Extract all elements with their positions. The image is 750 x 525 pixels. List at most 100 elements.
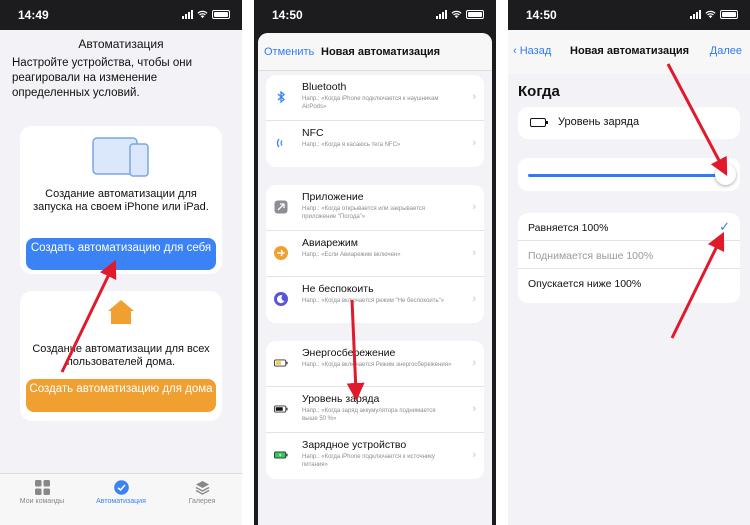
battery-level-label: Уровень заряда: [558, 116, 640, 128]
tab-automation[interactable]: Автоматизация: [81, 480, 161, 505]
moon-icon: [274, 292, 288, 306]
option-falls-below[interactable]: Опускается ниже 100%: [518, 269, 740, 297]
wifi-icon: [705, 10, 716, 19]
status-icons: [436, 10, 484, 19]
sheet-navbar: Отменить Новая автоматизация: [258, 33, 492, 71]
trigger-group-power: Энергосбережение Напр.: «Когда включаетс…: [266, 341, 484, 479]
home-automation-text: Создание автоматизации для всех пользова…: [32, 343, 210, 368]
nav-title: Новая автоматизация: [570, 45, 690, 57]
chevron-right-icon: ›: [472, 247, 476, 259]
tab-label: Галерея: [188, 498, 216, 505]
option-label: Поднимается выше 100%: [528, 250, 654, 262]
slider-track[interactable]: [528, 174, 728, 177]
status-bar: 14:49: [0, 0, 242, 30]
cancel-button[interactable]: Отменить: [264, 46, 314, 58]
cellular-signal-icon: [436, 10, 447, 19]
trigger-subtitle: Напр.: «Когда заряд аккумулятора поднима…: [302, 408, 436, 422]
charger-icon: [274, 451, 288, 459]
bluetooth-icon: [277, 90, 285, 104]
cellular-signal-icon: [182, 10, 193, 19]
trigger-title: Энергосбережение: [302, 347, 396, 359]
trigger-title: Зарядное устройство: [302, 439, 407, 451]
trigger-group-system: Приложение Напр.: «Когда открывается или…: [266, 185, 484, 323]
wifi-icon: [451, 10, 462, 19]
devices-icon: [92, 137, 149, 177]
new-automation-sheet: Отменить Новая автоматизация Bluetooth Н…: [258, 33, 492, 525]
trigger-row-do-not-disturb[interactable]: Не беспокоить Напр.: «Когда включается р…: [266, 277, 484, 323]
trigger-subtitle: Напр.: «Когда включается режим "Не беспо…: [302, 298, 445, 304]
home-icon: [108, 300, 134, 324]
tab-my-shortcuts[interactable]: Мои команды: [2, 480, 82, 505]
trigger-row-app[interactable]: Приложение Напр.: «Когда открывается или…: [266, 185, 484, 231]
status-time: 14:50: [272, 8, 303, 22]
option-label: Опускается ниже 100%: [528, 278, 642, 290]
trigger-row-bluetooth[interactable]: Bluetooth Напр.: «Когда iPhone подключае…: [266, 75, 484, 121]
personal-automation-card: Создание автоматизации для запуска на св…: [20, 126, 222, 274]
back-button[interactable]: ‹ Назад: [513, 45, 551, 57]
tab-bar: Мои команды Автоматизация Галерея: [0, 473, 242, 525]
back-label: Назад: [519, 45, 552, 57]
trigger-row-battery-level[interactable]: Уровень заряда Напр.: «Когда заряд аккум…: [266, 387, 484, 433]
trigger-title: Уровень заряда: [302, 393, 380, 405]
personal-automation-text: Создание автоматизации для запуска на св…: [33, 188, 209, 213]
next-button[interactable]: Далее: [710, 45, 742, 57]
checkmark-icon: ✓: [719, 219, 730, 234]
tab-gallery[interactable]: Галерея: [162, 480, 242, 505]
battery-icon: [274, 405, 288, 413]
option-label: Равняется 100%: [528, 222, 609, 234]
low-power-icon: [274, 359, 288, 367]
tab-label: Автоматизация: [96, 498, 146, 505]
status-icons: [182, 10, 230, 19]
battery-status-icon: [212, 10, 230, 19]
navbar: ‹ Назад Новая автоматизация Далее: [508, 30, 750, 74]
chevron-right-icon: ›: [472, 91, 476, 103]
chevron-right-icon: ›: [472, 137, 476, 149]
tab-label: Мои команды: [19, 498, 65, 505]
battery-slider-row: [518, 158, 740, 191]
sheet-title: Новая автоматизация: [321, 46, 441, 58]
wifi-icon: [197, 10, 208, 19]
section-heading: Когда: [518, 83, 560, 100]
screen-battery-condition: 14:50 ‹ Назад Новая автоматизация Далее …: [508, 0, 750, 525]
slider-knob[interactable]: [715, 164, 736, 185]
trigger-subtitle: Напр.: «Когда iPhone подключается к исто…: [302, 454, 435, 468]
trigger-subtitle: Напр.: «Когда открывается или закрываетс…: [302, 206, 426, 220]
battery-status-icon: [466, 10, 484, 19]
nfc-icon: [276, 138, 283, 148]
intro-text: Настройте устройства, чтобы они реагиров…: [12, 57, 193, 99]
trigger-title: Bluetooth: [302, 81, 347, 93]
create-personal-automation-button[interactable]: Создать автоматизацию для себя: [26, 238, 216, 270]
option-rises-above: Поднимается выше 100%: [518, 241, 740, 269]
chevron-right-icon: ›: [472, 449, 476, 461]
option-equals[interactable]: Равняется 100% ✓: [518, 213, 740, 241]
status-icons: [690, 10, 738, 19]
chevron-right-icon: ›: [472, 293, 476, 305]
app-icon: [274, 200, 288, 214]
create-home-automation-button[interactable]: Создать автоматизацию для дома: [26, 379, 216, 412]
grid-icon: [34, 480, 50, 495]
trigger-group-connectivity: Bluetooth Напр.: «Когда iPhone подключае…: [266, 75, 484, 167]
chevron-left-icon: ‹: [513, 45, 520, 57]
trigger-title: Приложение: [302, 191, 364, 203]
airplane-icon: [274, 246, 288, 260]
status-time: 14:49: [18, 8, 49, 22]
check-circle-icon: [113, 480, 129, 495]
chevron-right-icon: ›: [472, 357, 476, 369]
trigger-subtitle: Напр.: «Когда iPhone подключается к науш…: [302, 96, 439, 110]
trigger-row-airplane[interactable]: Авиарежим Напр.: «Если Авиарежим включен…: [266, 231, 484, 277]
trigger-row-nfc[interactable]: NFC Напр.: «Когда я касаюсь тега NFC» ›: [266, 121, 484, 167]
chevron-right-icon: ›: [472, 403, 476, 415]
screen-new-automation-list: 14:50 Отменить Новая автоматизация Bluet…: [254, 0, 496, 525]
home-automation-card: Создание автоматизации для всех пользова…: [20, 291, 222, 421]
layers-icon: [195, 481, 209, 495]
trigger-subtitle: Напр.: «Когда я касаюсь тега NFC»: [302, 142, 401, 148]
chevron-right-icon: ›: [472, 201, 476, 213]
trigger-subtitle: Напр.: «Если Авиарежим включен»: [302, 252, 401, 258]
condition-options: Равняется 100% ✓ Поднимается выше 100% О…: [518, 213, 740, 303]
cellular-signal-icon: [690, 10, 701, 19]
trigger-subtitle: Напр.: «Когда включается Режим энергосбе…: [302, 362, 452, 368]
page-title: Автоматизация: [78, 37, 164, 51]
trigger-title: Авиарежим: [302, 237, 358, 249]
trigger-row-charger[interactable]: Зарядное устройство Напр.: «Когда iPhone…: [266, 433, 484, 479]
trigger-row-low-power[interactable]: Энергосбережение Напр.: «Когда включаетс…: [266, 341, 484, 387]
